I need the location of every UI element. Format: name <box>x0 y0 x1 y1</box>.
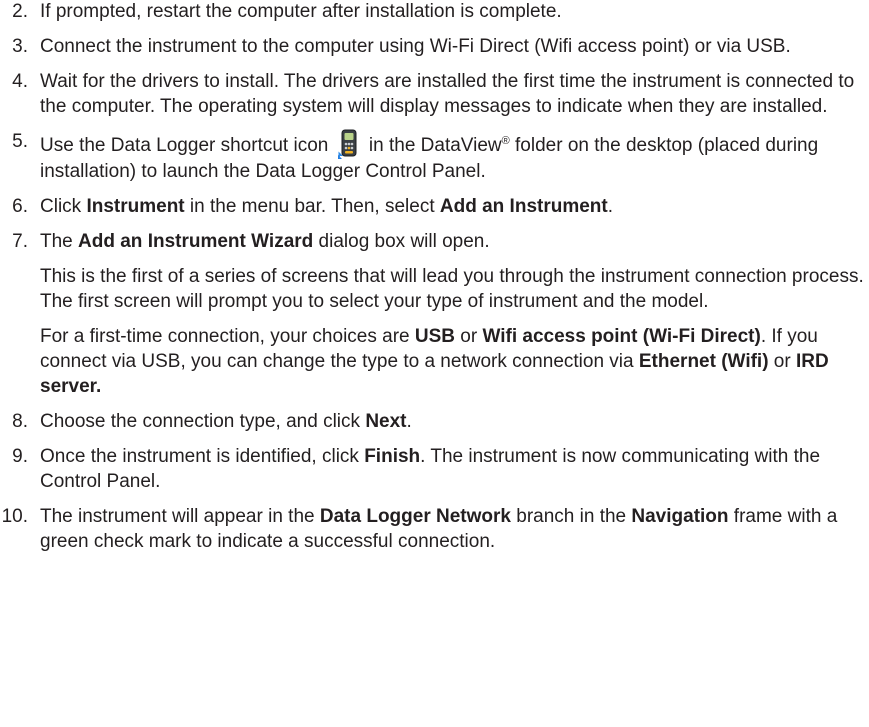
step-text-mid: in the DataView <box>368 135 502 156</box>
step-9: 9. Once the instrument is identified, cl… <box>0 444 869 494</box>
step-text: Connect the instrument to the computer u… <box>40 36 791 57</box>
menu-add-instrument: Add an Instrument <box>439 196 608 217</box>
option-wifi-access-point: Wifi access point (Wi-Fi Direct) <box>482 326 761 347</box>
network-branch-label: Data Logger Network <box>319 506 511 527</box>
step-7-paragraph-1: This is the first of a series of screens… <box>40 266 864 312</box>
step-3: 3. Connect the instrument to the compute… <box>0 34 869 59</box>
step-text: Click Instrument in the menu bar. Then, … <box>40 196 614 217</box>
step-5: 5. Use the Data Logger shortcut icon in … <box>0 129 869 184</box>
step-2: 2. If prompted, restart the computer aft… <box>0 0 869 24</box>
step-7: 7. The Add an Instrument Wizard dialog b… <box>0 229 869 254</box>
step-text: Once the instrument is identified, click… <box>40 446 821 492</box>
menu-instrument: Instrument <box>86 196 185 217</box>
option-usb: USB <box>414 326 455 347</box>
step-text-start: Use the Data Logger shortcut icon <box>40 135 329 156</box>
step-number: 7. <box>12 231 28 252</box>
step-number: 2. <box>12 1 28 22</box>
step-number: 3. <box>12 36 28 57</box>
registered-mark: ® <box>501 135 510 147</box>
step-number: 10. <box>1 506 28 527</box>
step-text: The Add an Instrument Wizard dialog box … <box>40 231 490 252</box>
navigation-frame-label: Navigation <box>631 506 729 527</box>
step-text: The instrument will appear in the Data L… <box>40 506 838 552</box>
step-number: 9. <box>12 446 28 467</box>
step-text: Choose the connection type, and click Ne… <box>40 411 412 432</box>
step-10: 10. The instrument will appear in the Da… <box>0 504 869 554</box>
instruction-steps: 2. If prompted, restart the computer aft… <box>0 0 869 564</box>
wizard-name: Add an Instrument Wizard <box>78 231 314 252</box>
data-logger-shortcut-icon <box>337 129 360 159</box>
option-ethernet: Ethernet (Wifi) <box>638 351 769 372</box>
step-number: 8. <box>12 411 28 432</box>
step-8: 8. Choose the connection type, and click… <box>0 409 869 434</box>
step-7-paragraph-2: For a first-time connection, your choice… <box>40 326 829 397</box>
step-number: 6. <box>12 196 28 217</box>
finish-label: Finish <box>364 446 421 467</box>
step-text: Wait for the drivers to install. The dri… <box>40 71 855 117</box>
step-number: 5. <box>12 131 28 152</box>
next-label: Next <box>365 411 407 432</box>
step-text: If prompted, restart the computer after … <box>40 1 562 22</box>
step-number: 4. <box>12 71 28 92</box>
step-4: 4. Wait for the drivers to install. The … <box>0 69 869 119</box>
step-6: 6. Click Instrument in the menu bar. The… <box>0 194 869 219</box>
